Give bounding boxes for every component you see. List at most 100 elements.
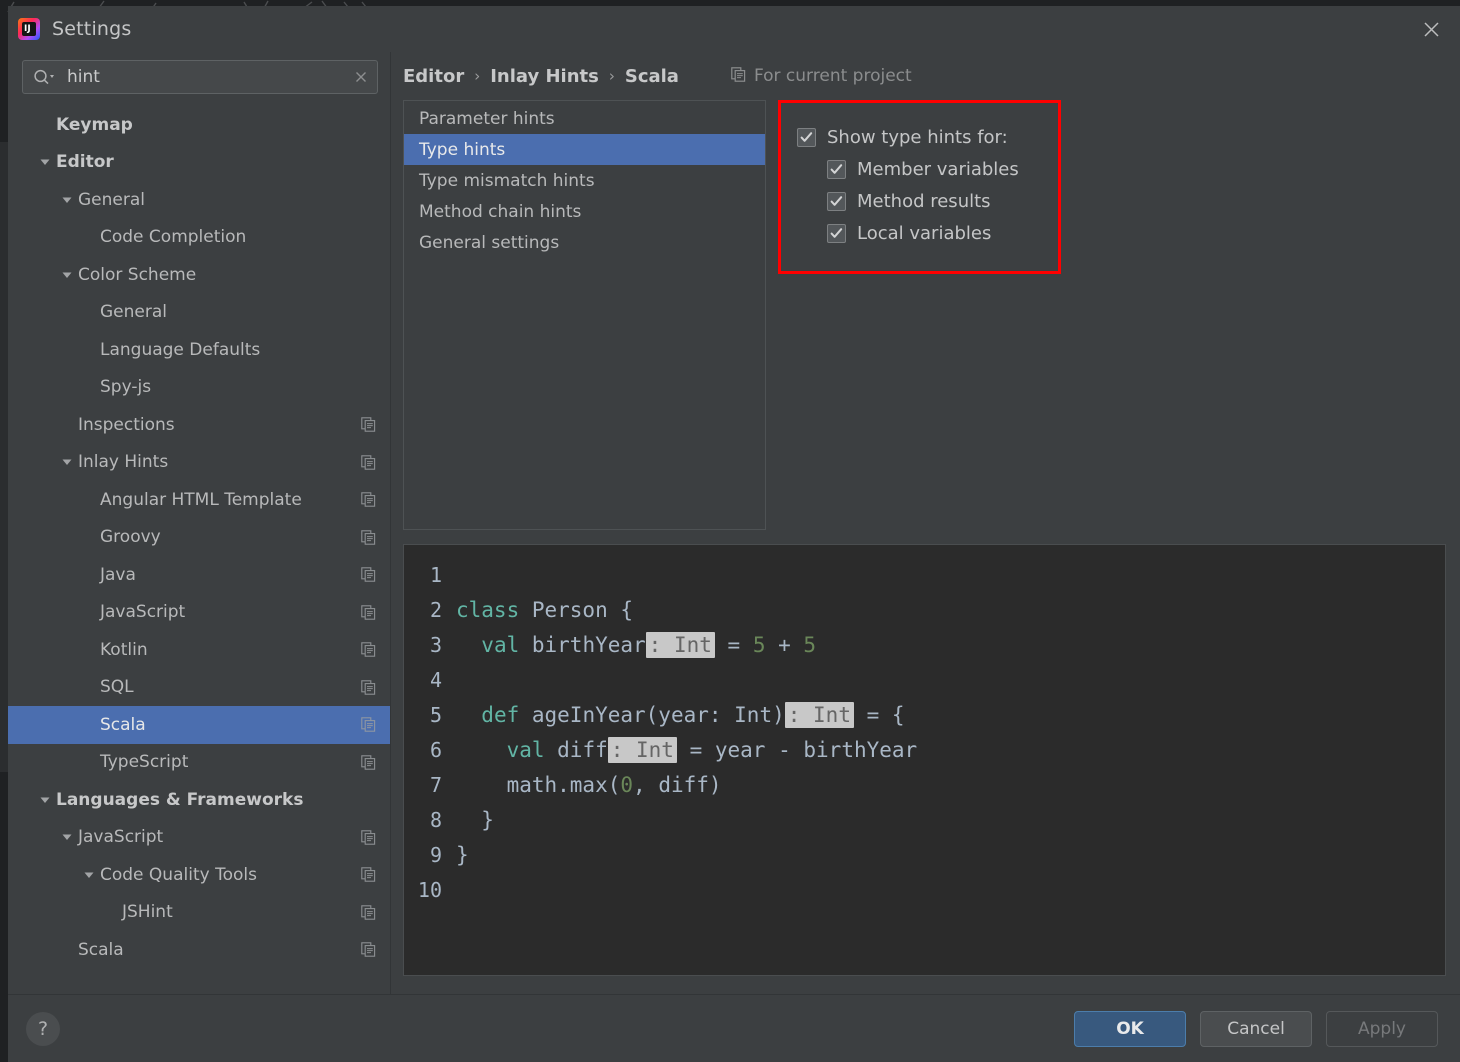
- checkbox-method-results[interactable]: [827, 191, 846, 211]
- copy-icon: [731, 66, 746, 86]
- help-button[interactable]: ?: [26, 1011, 60, 1046]
- breadcrumb: Editor › Inlay Hints › Scala For current…: [391, 52, 1460, 100]
- sidebar-item-inlay-hints[interactable]: Inlay Hints: [8, 444, 390, 482]
- sidebar-item-label: Keymap: [56, 114, 133, 135]
- code-line: 8 }: [404, 802, 1445, 837]
- sidebar-item-label: Inlay Hints: [78, 452, 169, 473]
- chevron-down-icon[interactable]: [56, 194, 78, 206]
- line-number: 3: [429, 632, 442, 657]
- sidebar-item-label: Angular HTML Template: [100, 489, 302, 510]
- sidebar-item-scala[interactable]: Scala: [8, 706, 390, 744]
- settings-dialog: IJ Settings hint Keymap Editor General C…: [0, 6, 1460, 1062]
- breadcrumb-item-inlay-hints[interactable]: Inlay Hints: [490, 66, 599, 87]
- sidebar-item-javascript[interactable]: JavaScript: [8, 819, 390, 857]
- checkbox-show-type-hints[interactable]: [797, 127, 816, 147]
- ok-button[interactable]: OK: [1074, 1010, 1186, 1047]
- sidebar-item-color-scheme[interactable]: Color Scheme: [8, 256, 390, 294]
- hint-item-general-settings[interactable]: General settings: [404, 227, 765, 258]
- checkbox-row-local-variables[interactable]: Local variables: [827, 217, 1044, 249]
- line-number: 10: [417, 877, 442, 902]
- chevron-down-icon[interactable]: [34, 794, 56, 806]
- chevron-down-icon[interactable]: [34, 156, 56, 168]
- hint-item-method-chain-hints[interactable]: Method chain hints: [404, 196, 765, 227]
- line-number: 9: [429, 842, 442, 867]
- sidebar-item-sql[interactable]: SQL: [8, 669, 390, 707]
- sidebar-item-general[interactable]: General: [8, 294, 390, 332]
- hint-item-type-hints[interactable]: Type hints: [404, 134, 765, 165]
- sidebar-item-label: Groovy: [100, 527, 161, 548]
- line-number: 4: [429, 667, 442, 692]
- code-preview-editor[interactable]: 1 2 class Person {3 val birthYear: Int = 5…: [403, 544, 1446, 976]
- sidebar-item-code-quality-tools[interactable]: Code Quality Tools: [8, 856, 390, 894]
- hint-category-list[interactable]: Parameter hints Type hints Type mismatch h…: [403, 100, 766, 530]
- show-type-hints-group: Show type hints for: Member variables Me…: [778, 100, 1061, 274]
- panels-row: Parameter hints Type hints Type mismatch h…: [391, 100, 1460, 530]
- code-line: 1: [404, 557, 1445, 592]
- inlay-type-hint: : Int: [607, 736, 677, 763]
- hint-item-parameter-hints[interactable]: Parameter hints: [404, 103, 765, 134]
- sidebar-item-language-defaults[interactable]: Language Defaults: [8, 331, 390, 369]
- sidebar-item-inspections[interactable]: Inspections: [8, 406, 390, 444]
- code-line-text: math.max(0, diff): [456, 772, 722, 797]
- chevron-down-icon[interactable]: [56, 269, 78, 281]
- copy-icon: [361, 867, 376, 883]
- intellij-idea-logo-icon: IJ: [18, 18, 40, 40]
- line-number: 2: [429, 597, 442, 622]
- breadcrumb-item-editor[interactable]: Editor: [403, 66, 464, 87]
- sidebar-item-typescript[interactable]: TypeScript: [8, 744, 390, 782]
- checkbox-member-variables[interactable]: [827, 159, 846, 179]
- apply-button: Apply: [1326, 1010, 1438, 1047]
- code-line: 10: [404, 872, 1445, 907]
- sidebar-item-kotlin[interactable]: Kotlin: [8, 631, 390, 669]
- settings-tree[interactable]: Keymap Editor General Code Completion Color …: [8, 104, 390, 994]
- sidebar-item-scala[interactable]: Scala: [8, 931, 390, 969]
- hint-item-type-mismatch-hints[interactable]: Type mismatch hints: [404, 165, 765, 196]
- chevron-down-icon[interactable]: [56, 456, 78, 468]
- inlay-type-hint: : Int: [645, 631, 715, 658]
- dialog-body: hint Keymap Editor General Code Completion C…: [0, 52, 1460, 994]
- sidebar-item-java[interactable]: Java: [8, 556, 390, 594]
- sidebar-item-code-completion[interactable]: Code Completion: [8, 219, 390, 257]
- sidebar-item-javascript[interactable]: JavaScript: [8, 594, 390, 632]
- code-line-text: def ageInYear(year: Int): Int = {: [481, 701, 905, 728]
- checkbox-local-variables[interactable]: [827, 223, 846, 243]
- sidebar-item-general[interactable]: General: [8, 181, 390, 219]
- breadcrumb-separator-icon: ›: [608, 67, 615, 85]
- sidebar-item-spy-js[interactable]: Spy-js: [8, 369, 390, 407]
- line-number: 6: [429, 737, 442, 762]
- sidebar-item-jshint[interactable]: JSHint: [8, 894, 390, 932]
- sidebar-item-label: JSHint: [122, 902, 173, 923]
- copy-icon: [361, 755, 376, 770]
- checkbox-row-show-type-hints[interactable]: Show type hints for:: [797, 121, 1044, 153]
- sidebar-item-keymap[interactable]: Keymap: [8, 106, 390, 144]
- settings-content: Editor › Inlay Hints › Scala For current…: [391, 52, 1460, 994]
- cancel-button[interactable]: Cancel: [1200, 1010, 1312, 1047]
- sidebar-item-label: General: [100, 302, 167, 323]
- sidebar-item-label: JavaScript: [100, 602, 186, 623]
- window-title: Settings: [52, 18, 132, 40]
- chevron-down-icon[interactable]: [56, 831, 78, 843]
- search-row: hint: [8, 52, 390, 104]
- sidebar-item-label: JavaScript: [78, 827, 164, 848]
- clear-search-icon[interactable]: [353, 69, 369, 85]
- checkbox-row-method-results[interactable]: Method results: [827, 185, 1044, 217]
- copy-icon: [361, 642, 376, 658]
- checkbox-row-member-variables[interactable]: Member variables: [827, 153, 1044, 185]
- sidebar-item-angular-html-template[interactable]: Angular HTML Template: [8, 481, 390, 519]
- line-number: 5: [429, 702, 442, 727]
- sidebar-item-label: Java: [100, 564, 136, 585]
- copy-icon: [361, 455, 376, 470]
- sidebar-item-label: Inspections: [78, 414, 175, 435]
- copy-icon: [361, 830, 376, 845]
- sidebar-item-groovy[interactable]: Groovy: [8, 519, 390, 557]
- sidebar-item-languages-frameworks[interactable]: Languages & Frameworks: [8, 781, 390, 819]
- title-bar: IJ Settings: [8, 6, 1460, 52]
- code-line: 3 val birthYear: Int = 5 + 5: [404, 627, 1445, 662]
- sidebar-item-label: Editor: [56, 152, 114, 173]
- search-input[interactable]: hint: [22, 60, 378, 94]
- copy-icon: [361, 905, 376, 920]
- chevron-down-icon[interactable]: [78, 869, 100, 881]
- close-icon[interactable]: [1402, 6, 1460, 52]
- sidebar-item-editor[interactable]: Editor: [8, 144, 390, 182]
- label-show-type-hints: Show type hints for:: [827, 126, 1008, 148]
